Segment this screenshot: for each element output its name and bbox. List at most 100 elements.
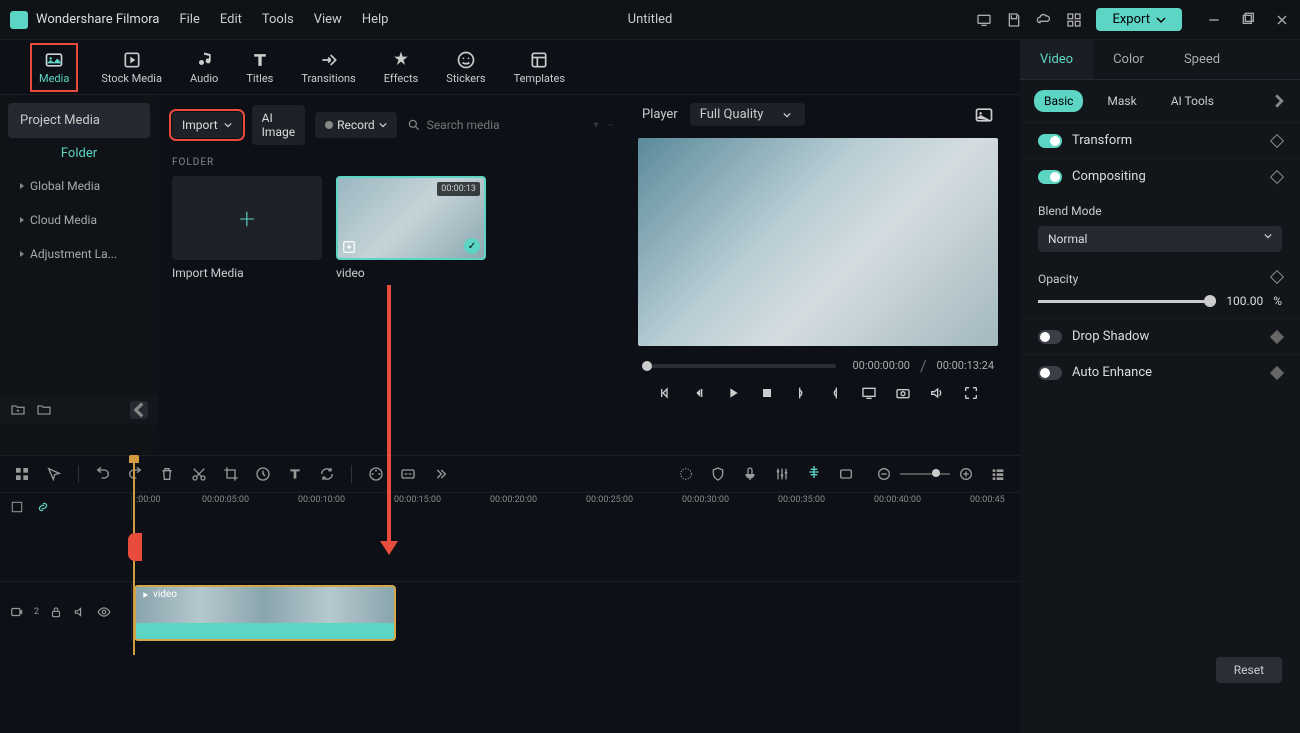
camera-icon[interactable] bbox=[895, 385, 911, 401]
zoom-slider[interactable] bbox=[900, 473, 950, 475]
sidebar-global-media[interactable]: Global Media bbox=[8, 169, 150, 203]
record-button[interactable]: Record bbox=[315, 112, 397, 138]
tab-color[interactable]: Color bbox=[1093, 40, 1164, 79]
sidebar-cloud-media[interactable]: Cloud Media bbox=[8, 203, 150, 237]
sidebar-adjustment[interactable]: Adjustment La... bbox=[8, 237, 150, 271]
volume-icon[interactable] bbox=[929, 385, 945, 401]
reset-button[interactable]: Reset bbox=[1216, 657, 1282, 683]
redo-icon[interactable] bbox=[127, 466, 143, 482]
more-tools-icon[interactable] bbox=[432, 466, 448, 482]
playhead-dot[interactable] bbox=[642, 361, 652, 371]
more-icon[interactable] bbox=[608, 118, 614, 132]
chevron-right-icon[interactable] bbox=[1272, 94, 1286, 108]
tab-titles[interactable]: Titles bbox=[246, 50, 273, 85]
snapshot-icon[interactable] bbox=[974, 105, 994, 125]
sidebar-folder[interactable]: Folder bbox=[8, 138, 150, 169]
import-button[interactable]: Import bbox=[172, 112, 242, 138]
close-icon[interactable] bbox=[1274, 12, 1290, 28]
tab-audio[interactable]: Audio bbox=[190, 50, 218, 85]
mic-icon[interactable] bbox=[742, 466, 758, 482]
select-icon[interactable] bbox=[46, 466, 62, 482]
play-icon[interactable] bbox=[725, 385, 741, 401]
device-icon[interactable] bbox=[976, 12, 992, 28]
apps-icon[interactable] bbox=[1066, 12, 1082, 28]
subtab-basic[interactable]: Basic bbox=[1034, 90, 1083, 112]
track-visible-icon[interactable] bbox=[97, 605, 111, 619]
color-icon[interactable] bbox=[368, 466, 384, 482]
zoom-out-icon[interactable] bbox=[876, 466, 892, 482]
video-clip[interactable]: video bbox=[134, 585, 396, 641]
filter-icon[interactable] bbox=[593, 118, 599, 132]
flag-icon[interactable] bbox=[678, 466, 694, 482]
shield-icon[interactable] bbox=[710, 466, 726, 482]
timeline-ruler[interactable]: :00:00 00:00:05:00 00:00:10:00 00:00:15:… bbox=[132, 493, 1020, 521]
stop-icon[interactable] bbox=[759, 385, 775, 401]
opacity-slider[interactable] bbox=[1038, 300, 1216, 303]
video-media-card[interactable]: 00:00:13 ✓ video bbox=[336, 176, 486, 280]
keyframe-icon[interactable] bbox=[1270, 365, 1284, 379]
collapse-sidebar-button[interactable] bbox=[130, 401, 148, 419]
add-to-timeline-icon[interactable] bbox=[342, 240, 356, 254]
export-button[interactable]: Export bbox=[1096, 8, 1182, 31]
display-icon[interactable] bbox=[861, 385, 877, 401]
cloud-icon[interactable] bbox=[1036, 12, 1052, 28]
maximize-icon[interactable] bbox=[1240, 12, 1256, 28]
subtab-mask[interactable]: Mask bbox=[1097, 90, 1146, 112]
quality-select[interactable]: Full Quality bbox=[690, 103, 806, 126]
menu-help[interactable]: Help bbox=[362, 12, 389, 27]
keyframe-icon[interactable] bbox=[1270, 169, 1284, 183]
folder-icon[interactable] bbox=[36, 402, 52, 418]
menu-edit[interactable]: Edit bbox=[220, 12, 242, 27]
progress-bar[interactable] bbox=[642, 364, 836, 368]
minimize-icon[interactable] bbox=[1206, 12, 1222, 28]
caption-icon[interactable] bbox=[400, 466, 416, 482]
view-options-icon[interactable] bbox=[990, 466, 1006, 482]
ai-image-button[interactable]: AI Image bbox=[252, 105, 305, 145]
track-content[interactable]: video bbox=[132, 582, 1020, 641]
playhead-handle[interactable] bbox=[128, 533, 142, 561]
timeline-settings-icon[interactable] bbox=[10, 500, 24, 514]
mark-out-icon[interactable] bbox=[827, 385, 843, 401]
frame-icon[interactable] bbox=[838, 466, 854, 482]
speed-icon[interactable] bbox=[255, 466, 271, 482]
tab-stickers[interactable]: Stickers bbox=[446, 50, 485, 85]
grid-icon[interactable] bbox=[14, 466, 30, 482]
tab-video[interactable]: Video bbox=[1020, 40, 1093, 79]
crop-icon[interactable] bbox=[223, 466, 239, 482]
blend-mode-select[interactable]: Normal bbox=[1038, 226, 1282, 252]
menu-tools[interactable]: Tools bbox=[262, 12, 294, 27]
marker-icon[interactable] bbox=[806, 464, 822, 480]
tab-templates[interactable]: Templates bbox=[514, 50, 565, 85]
step-back-icon[interactable] bbox=[691, 385, 707, 401]
auto-enhance-toggle[interactable] bbox=[1038, 366, 1062, 380]
text-icon[interactable] bbox=[287, 466, 303, 482]
tab-transitions[interactable]: Transitions bbox=[301, 50, 355, 85]
search-input[interactable] bbox=[427, 118, 583, 132]
new-folder-icon[interactable] bbox=[10, 402, 26, 418]
track-lock-icon[interactable] bbox=[49, 605, 63, 619]
keyframe-icon[interactable] bbox=[1270, 329, 1284, 343]
tab-media[interactable]: Media bbox=[35, 48, 73, 87]
cut-icon[interactable] bbox=[191, 466, 207, 482]
undo-icon[interactable] bbox=[95, 466, 111, 482]
transform-toggle[interactable] bbox=[1038, 134, 1062, 148]
keyframe-icon[interactable] bbox=[1270, 133, 1284, 147]
zoom-in-icon[interactable] bbox=[958, 466, 974, 482]
mixer-icon[interactable] bbox=[774, 466, 790, 482]
slider-thumb[interactable] bbox=[1204, 295, 1216, 307]
drop-shadow-toggle[interactable] bbox=[1038, 330, 1062, 344]
zoom-thumb[interactable] bbox=[932, 469, 940, 477]
refresh-icon[interactable] bbox=[319, 466, 335, 482]
tab-speed[interactable]: Speed bbox=[1164, 40, 1240, 79]
keyframe-icon[interactable] bbox=[1270, 270, 1284, 284]
menu-view[interactable]: View bbox=[314, 12, 342, 27]
track-video-icon[interactable] bbox=[10, 605, 24, 619]
prev-frame-icon[interactable] bbox=[657, 385, 673, 401]
tab-effects[interactable]: Effects bbox=[384, 50, 419, 85]
save-icon[interactable] bbox=[1006, 12, 1022, 28]
mark-in-icon[interactable] bbox=[793, 385, 809, 401]
fullscreen-icon[interactable] bbox=[963, 385, 979, 401]
sidebar-project-media[interactable]: Project Media bbox=[8, 103, 150, 138]
tab-stock-media[interactable]: Stock Media bbox=[101, 50, 162, 85]
subtab-ai-tools[interactable]: AI Tools bbox=[1161, 90, 1224, 112]
